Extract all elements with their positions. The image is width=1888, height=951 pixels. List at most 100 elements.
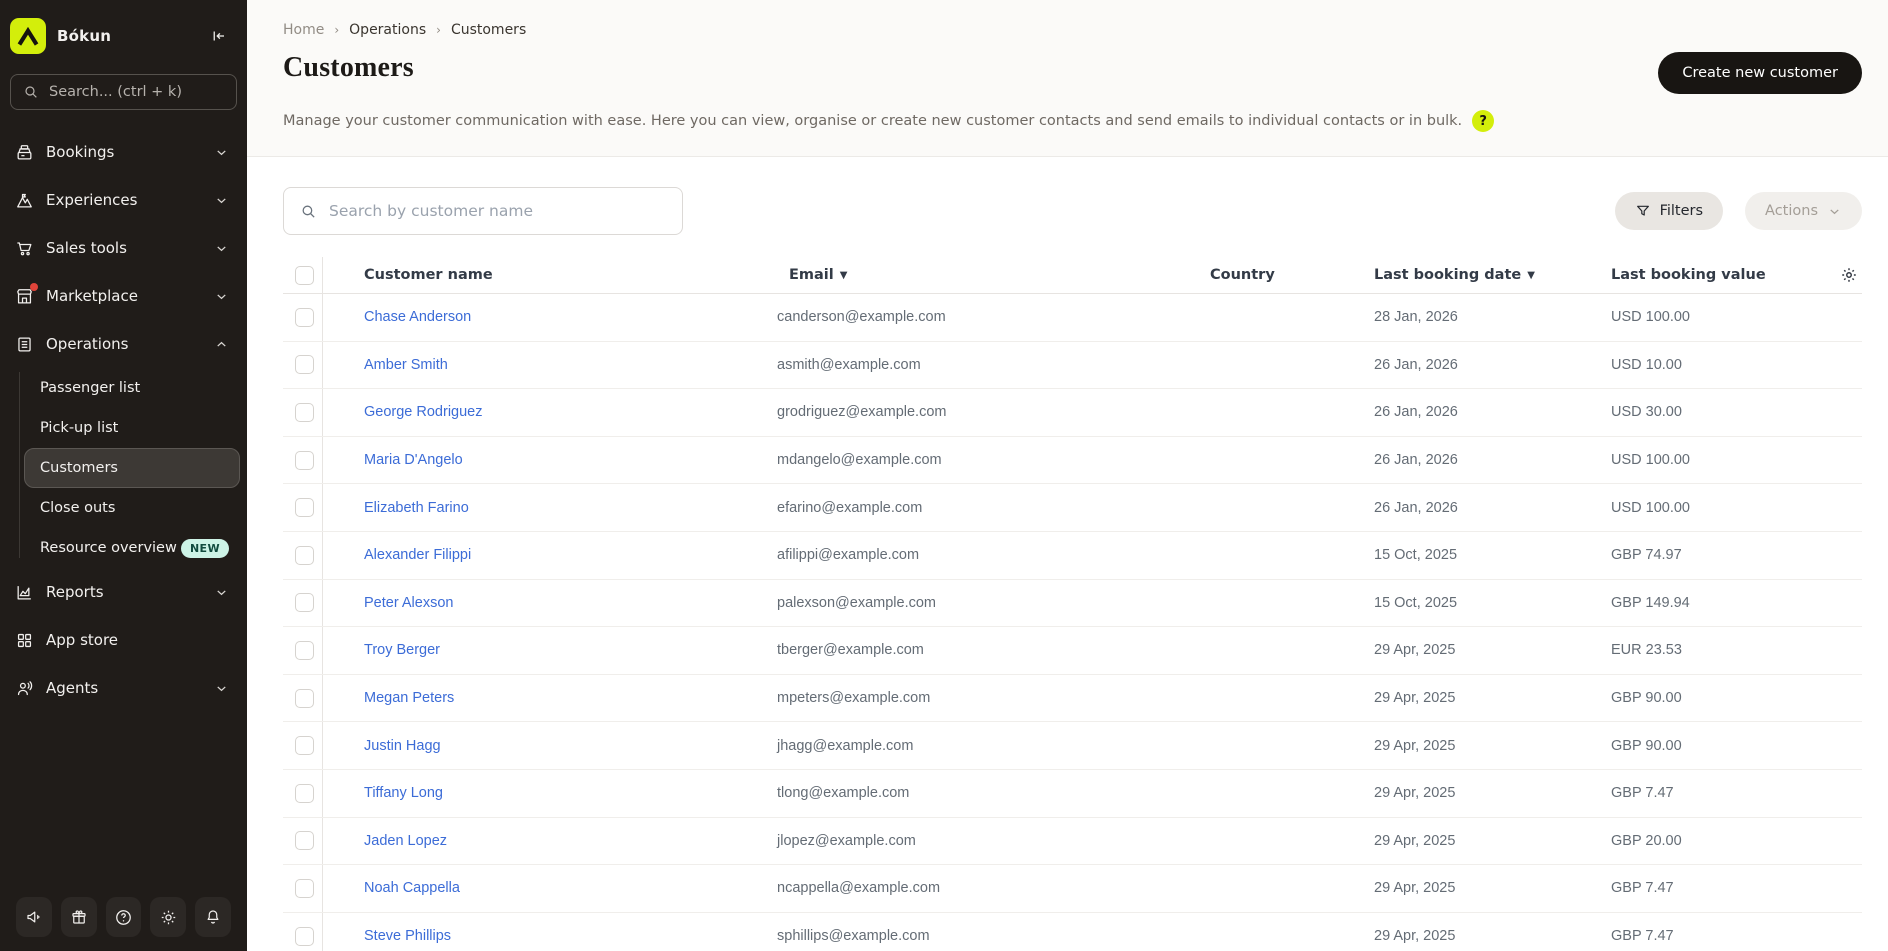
content-area: Filters Actions Customer name Email — [247, 157, 1888, 951]
sidebar-search-placeholder: Search... (ctrl + k) — [49, 84, 182, 100]
settings-button[interactable] — [150, 897, 186, 937]
sidebar-item-experiences[interactable]: Experiences — [0, 176, 247, 224]
search-icon — [23, 84, 39, 100]
sidebar-item-pick-up-list[interactable]: Pick-up list — [24, 408, 240, 448]
actions-label: Actions — [1765, 203, 1818, 219]
announcements-button[interactable] — [16, 897, 52, 937]
sidebar-search-input[interactable]: Search... (ctrl + k) — [10, 74, 237, 110]
mountain-icon — [15, 191, 34, 210]
breadcrumb-customers[interactable]: Customers — [451, 22, 526, 38]
row-checkbox[interactable] — [295, 308, 314, 327]
sidebar-item-reports[interactable]: Reports — [0, 568, 247, 616]
customer-name-link[interactable]: Jaden Lopez — [364, 833, 447, 849]
sidebar-item-customers[interactable]: Customers — [24, 448, 240, 488]
row-checkbox[interactable] — [295, 451, 314, 470]
row-checkbox[interactable] — [295, 689, 314, 708]
table-row: Tiffany Longtlong@example.com29 Apr, 202… — [283, 770, 1862, 818]
sidebar-item-app-store[interactable]: App store — [0, 616, 247, 664]
row-checkbox[interactable] — [295, 403, 314, 422]
help-bubble-icon[interactable]: ? — [1472, 110, 1494, 132]
help-button[interactable] — [106, 897, 142, 937]
column-header-customer-name[interactable]: Customer name — [323, 267, 777, 283]
row-checkbox[interactable] — [295, 879, 314, 898]
chevron-down-icon — [214, 193, 229, 208]
breadcrumb-home[interactable]: Home — [283, 22, 324, 38]
table-row: Peter Alexsonpalexson@example.com15 Oct,… — [283, 580, 1862, 628]
create-new-customer-button[interactable]: Create new customer — [1658, 52, 1862, 94]
page-header: Home › Operations › Customers Customers … — [247, 0, 1888, 157]
sidebar-item-label: Sales tools — [46, 239, 202, 257]
customer-name-link[interactable]: Alexander Filippi — [364, 547, 471, 563]
gear-icon — [159, 908, 178, 927]
customer-name-cell: George Rodriguez — [323, 404, 777, 420]
customer-email: efarino@example.com — [777, 500, 1210, 516]
sidebar-item-passenger-list[interactable]: Passenger list — [24, 368, 240, 408]
brand-name: Bókun — [57, 27, 205, 45]
megaphone-icon — [25, 908, 43, 926]
last-booking-value: EUR 23.53 — [1611, 642, 1828, 658]
row-checkbox[interactable] — [295, 736, 314, 755]
search-icon — [300, 203, 317, 220]
chevron-down-icon — [214, 585, 229, 600]
customer-name-link[interactable]: George Rodriguez — [364, 404, 483, 420]
sidebar-item-sales-tools[interactable]: Sales tools — [0, 224, 247, 272]
sub-item-label: Resource overview — [40, 540, 177, 556]
sidebar-item-marketplace[interactable]: Marketplace — [0, 272, 247, 320]
row-checkbox[interactable] — [295, 498, 314, 517]
row-checkbox[interactable] — [295, 355, 314, 374]
breadcrumb: Home › Operations › Customers — [283, 22, 1862, 38]
row-checkbox-cell — [283, 484, 323, 531]
customer-name-link[interactable]: Elizabeth Farino — [364, 500, 469, 516]
row-checkbox[interactable] — [295, 546, 314, 565]
customer-name-link[interactable]: Maria D'Angelo — [364, 452, 463, 468]
collapse-icon — [209, 27, 227, 45]
customer-name-link[interactable]: Troy Berger — [364, 642, 440, 658]
sidebar-item-close-outs[interactable]: Close outs — [24, 488, 240, 528]
table-row: Noah Cappellancappella@example.com29 Apr… — [283, 865, 1862, 913]
breadcrumb-operations[interactable]: Operations — [349, 22, 426, 38]
select-all-checkbox[interactable] — [295, 266, 314, 285]
column-header-email[interactable]: Email ▼ — [777, 267, 1210, 283]
chevron-down-icon — [214, 289, 229, 304]
customer-email: tberger@example.com — [777, 642, 1210, 658]
customer-name-link[interactable]: Noah Cappella — [364, 880, 460, 896]
row-checkbox-cell — [283, 627, 323, 674]
row-checkbox[interactable] — [295, 927, 314, 946]
collapse-sidebar-button[interactable] — [205, 23, 231, 49]
customer-search-box[interactable] — [283, 187, 683, 235]
customer-name-link[interactable]: Chase Anderson — [364, 309, 471, 325]
sidebar-item-label: Experiences — [46, 191, 202, 209]
sidebar-item-agents[interactable]: Agents — [0, 664, 247, 712]
table-settings-gear-icon[interactable] — [1840, 266, 1858, 284]
column-header-last-booking-date[interactable]: Last booking date ▼ — [1374, 267, 1611, 283]
row-checkbox[interactable] — [295, 641, 314, 660]
last-booking-date: 28 Jan, 2026 — [1374, 309, 1611, 325]
filters-button[interactable]: Filters — [1615, 192, 1723, 230]
customer-name-link[interactable]: Megan Peters — [364, 690, 454, 706]
customer-name-link[interactable]: Peter Alexson — [364, 595, 453, 611]
column-header-country[interactable]: Country — [1210, 267, 1374, 283]
customer-name-cell: Troy Berger — [323, 642, 777, 658]
brand-row: Bókun — [0, 14, 247, 58]
column-header-last-booking-value[interactable]: Last booking value — [1611, 267, 1828, 283]
customer-name-link[interactable]: Tiffany Long — [364, 785, 443, 801]
sidebar-item-operations[interactable]: Operations — [0, 320, 247, 368]
row-checkbox[interactable] — [295, 831, 314, 850]
customer-name-link[interactable]: Amber Smith — [364, 357, 448, 373]
row-checkbox-cell — [283, 342, 323, 389]
header-checkbox-cell — [283, 257, 323, 293]
sidebar-item-bookings[interactable]: Bookings — [0, 128, 247, 176]
new-badge: NEW — [181, 539, 229, 558]
row-checkbox[interactable] — [295, 784, 314, 803]
customer-name-link[interactable]: Justin Hagg — [364, 738, 441, 754]
sidebar-item-label: Operations — [46, 335, 202, 353]
customer-name-link[interactable]: Steve Phillips — [364, 928, 451, 944]
notifications-button[interactable] — [195, 897, 231, 937]
last-booking-value: GBP 90.00 — [1611, 690, 1828, 706]
row-checkbox[interactable] — [295, 593, 314, 612]
sidebar-item-resource-overview[interactable]: Resource overview NEW — [24, 528, 240, 568]
row-checkbox-cell — [283, 865, 323, 912]
customer-search-input[interactable] — [329, 202, 666, 220]
actions-button[interactable]: Actions — [1745, 192, 1862, 230]
whats-new-button[interactable] — [61, 897, 97, 937]
